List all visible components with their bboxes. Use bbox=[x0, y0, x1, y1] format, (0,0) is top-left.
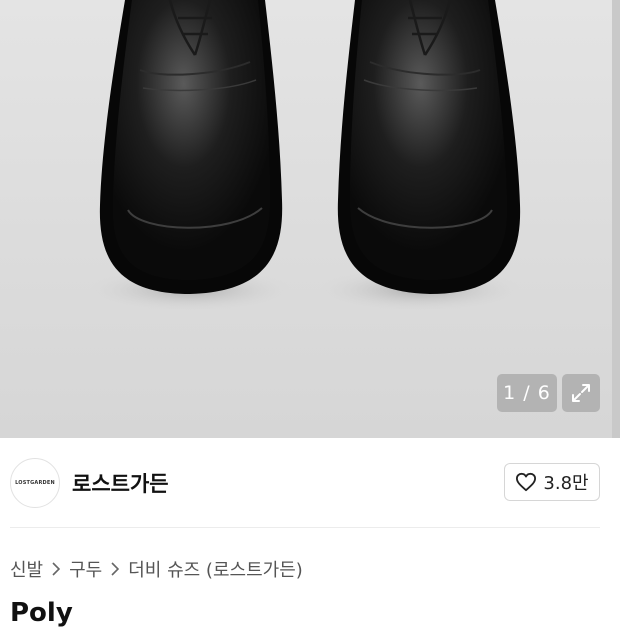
breadcrumb-item-dress-shoes[interactable]: 구두 bbox=[69, 556, 102, 582]
chevron-right-icon bbox=[52, 562, 61, 576]
expand-image-button[interactable] bbox=[562, 374, 600, 412]
product-image-gallery[interactable]: 1 / 6 bbox=[0, 0, 620, 438]
store-logo[interactable]: LOSTGARDEN bbox=[10, 458, 60, 508]
breadcrumb-item-shoes[interactable]: 신발 bbox=[10, 556, 43, 582]
like-button[interactable]: 3.8만 bbox=[504, 463, 600, 501]
image-pager: 1 / 6 bbox=[497, 374, 557, 412]
store-logo-text: LOSTGARDEN bbox=[15, 480, 55, 486]
store-info[interactable]: LOSTGARDEN 로스트가든 3.8만 bbox=[0, 452, 620, 516]
heart-outline-icon bbox=[516, 472, 537, 492]
expand-arrows-icon bbox=[572, 384, 590, 402]
product-photo bbox=[85, 0, 525, 312]
like-count: 3.8만 bbox=[543, 473, 589, 494]
store-name[interactable]: 로스트가든 bbox=[72, 468, 169, 498]
gallery-edge bbox=[612, 0, 620, 438]
breadcrumb: 신발 구두 더비 슈즈 (로스트가든) bbox=[10, 556, 303, 582]
product-title: Poly bbox=[10, 598, 73, 628]
breadcrumb-item-derby-shoes[interactable]: 더비 슈즈 (로스트가든) bbox=[128, 556, 303, 582]
section-divider bbox=[10, 527, 600, 528]
chevron-right-icon bbox=[111, 562, 120, 576]
